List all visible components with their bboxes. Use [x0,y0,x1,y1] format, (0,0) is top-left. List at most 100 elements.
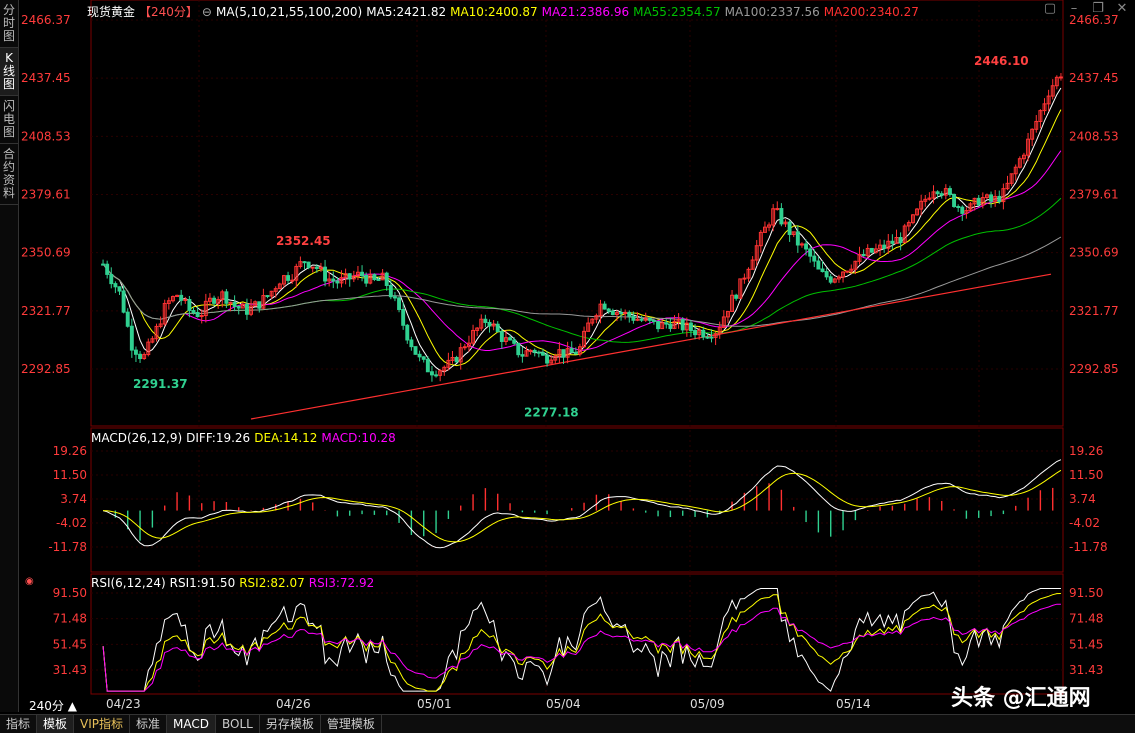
price-axis-label-left: 2321.77 [21,304,71,318]
rsi3-value: RSI3:72.92 [308,576,375,590]
tab-manage-template[interactable]: 管理模板 [321,715,382,733]
candle-down [413,346,418,355]
settings-icon[interactable]: ⊖ [202,5,212,19]
candle-down [495,323,500,333]
candle-down [631,315,636,321]
candle-down [179,294,184,301]
candle-down [454,357,459,363]
price-axis-label-left: 2292.85 [21,362,71,376]
tab-flash-chart[interactable]: 闪电图 [0,96,18,144]
macd-axis-label-right: 19.26 [1069,444,1103,458]
rsi-indicator-icon[interactable]: ◉ [25,576,34,587]
candle-up [462,346,467,349]
price-axis-label-left: 2350.69 [21,246,71,260]
rsi1-line [102,588,1061,692]
ma200-value: MA200:2340.27 [823,5,919,19]
tab-contract-info[interactable]: 合约资料 [0,144,18,205]
candle-down [265,295,270,298]
chart-canvas[interactable]: 2466.37 2466.372437.45 2437.452408.53 2408.… [19,0,1135,712]
price-legend: 现货黄金 【240分】 ⊖ MA(5,10,21,55,100,200) MA5:242… [87,3,923,20]
candle-down [212,297,217,304]
date-label: 05/14 [836,697,871,711]
candle-down [360,271,365,276]
candle-down [680,319,685,331]
minimize-icon[interactable]: – [1067,2,1081,16]
candle-down [425,358,430,373]
candle-down [187,299,192,312]
candle-down [314,266,319,269]
macd-title: MACD(26,12,9) [91,431,183,445]
candle-down [960,206,965,214]
rsi-axis-label-left: 71.48 [53,612,87,626]
candle-down [117,286,122,292]
candle-down [709,336,714,339]
candle-down [939,193,944,196]
candle-down [540,352,545,356]
candle-down [861,253,866,257]
candle-down [890,240,895,244]
symbol-name: 现货黄金 [87,5,136,19]
layout-icon[interactable]: ▢ [1043,2,1057,16]
candle-down [429,371,434,376]
price-axis-label-right: 2321.77 [1069,304,1119,318]
tab-time-chart[interactable]: 分时图 [0,0,18,48]
candle-down [536,351,541,354]
rsi-lines [102,588,1061,692]
candle-down [109,273,114,285]
candle-down [384,272,389,286]
price-axis-label-right: 2350.69 [1069,246,1119,260]
price-axis-label-right: 2408.53 [1069,129,1119,143]
macd-axis-label-left: 3.74 [60,492,87,506]
close-icon[interactable]: ✕ [1115,2,1129,16]
candle-down [499,331,504,342]
tab-save-template[interactable]: 另存模板 [260,715,321,733]
ma200-line [250,273,1052,420]
window-controls: ▢ – ❐ ✕ [1043,2,1129,16]
price-axis-label-right: 2379.61 [1069,188,1119,202]
candle-down [956,205,961,208]
rsi-legend: RSI(6,12,24) RSI1:91.50 RSI2:82.07 RSI3:72.… [91,576,378,590]
candle-down [434,374,439,377]
candle-up [310,266,315,269]
ma100-value: MA100:2337.56 [724,5,820,19]
tab-template[interactable]: 模板 [37,715,75,733]
rsi-panel-frame [90,573,1064,695]
tab-indicator[interactable]: 指标 [0,715,38,733]
tab-standard[interactable]: 标准 [130,715,168,733]
candle-down [113,283,118,288]
candle-down [693,330,698,336]
candle-down [421,356,426,360]
macd-dea: DEA:14.12 [254,431,318,445]
candle-down [236,305,241,309]
candle-down [989,194,994,202]
candle-down [734,294,739,299]
candle-down [779,208,784,225]
tab-vip-indicator[interactable]: VIP指标 [74,715,131,733]
date-label: 04/23 [106,697,141,711]
candle-down [561,349,566,358]
date-label: 04/26 [276,697,311,711]
macd-diff: DIFF:19.26 [186,431,251,445]
tab-kline-chart[interactable]: K线图 [0,48,18,96]
candle-down [512,339,517,344]
tab-boll[interactable]: BOLL [216,715,260,733]
restore-icon[interactable]: ❐ [1091,2,1105,16]
period-selector[interactable]: 240分 ▲ [29,697,77,714]
rsi-axis-label-right: 91.50 [1069,586,1103,600]
ma10-line [102,109,1062,367]
date-label: 05/01 [417,697,452,711]
candle-down [121,290,126,313]
candle-down [705,336,710,339]
candle-down [606,308,611,312]
tab-macd[interactable]: MACD [167,715,217,733]
rsi2-line [102,593,1061,692]
candle-up [1058,76,1063,79]
candle-down [701,329,706,338]
candle-down [388,284,393,298]
macd-axis-label-left: 11.50 [53,468,87,482]
chart-area: 2466.37 2466.37 2437.45 2437.45 2408.53 2408.… [19,0,1135,714]
rsi-axis-label-right: 31.43 [1069,663,1103,677]
candle-down [401,308,406,326]
candle-down [483,318,488,323]
macd-axis-label-left: -11.78 [48,540,87,554]
